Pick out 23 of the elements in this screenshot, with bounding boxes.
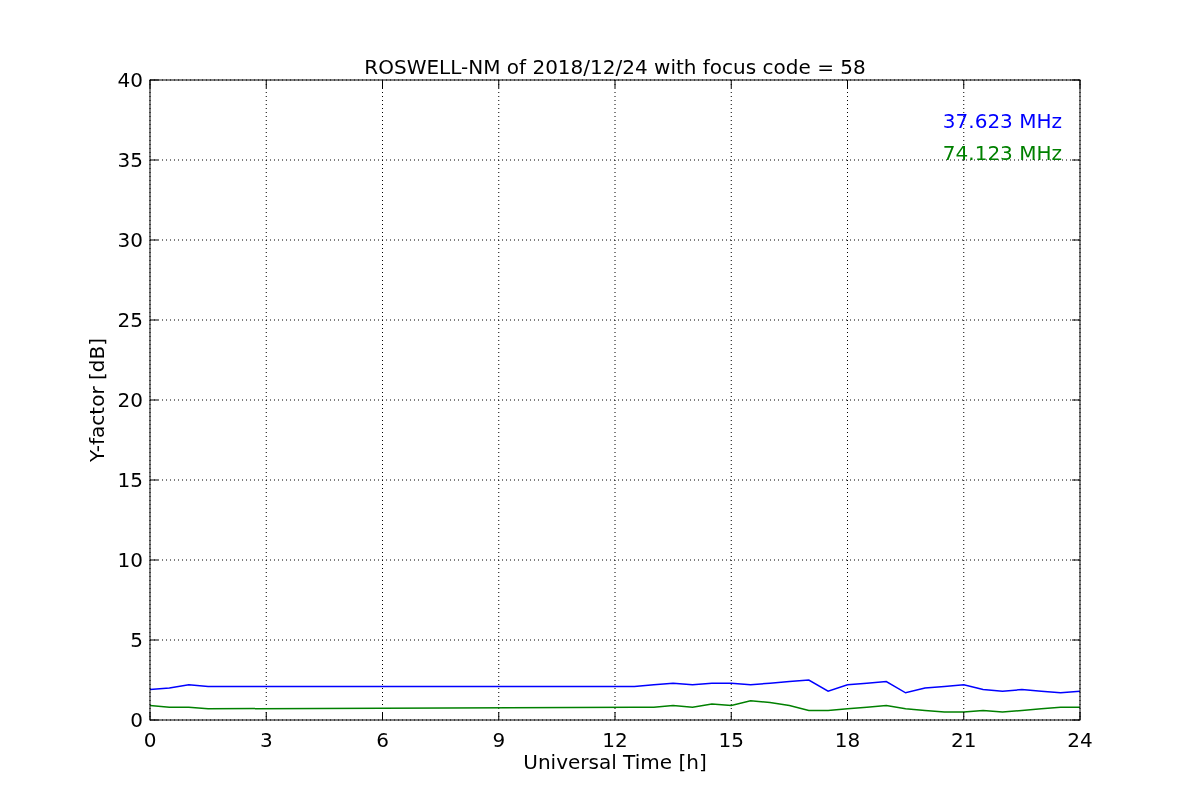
y-tick-label: 20 xyxy=(117,388,143,412)
x-tick-label: 24 xyxy=(1067,728,1093,752)
x-tick-label: 3 xyxy=(259,728,273,752)
x-tick-label: 15 xyxy=(718,728,744,752)
x-tick-label: 18 xyxy=(834,728,861,752)
x-axis-label: Universal Time [h] xyxy=(523,750,707,774)
y-axis-label: Y-factor [dB] xyxy=(85,338,109,462)
y-tick-label: 30 xyxy=(117,228,143,252)
y-tick-label: 5 xyxy=(130,628,143,652)
series-label: 74.123 MHz xyxy=(942,141,1062,165)
chart-title: ROSWELL-NM of 2018/12/24 with focus code = 58 xyxy=(364,55,866,79)
y-tick-label: 40 xyxy=(117,68,143,92)
series-label: 37.623 MHz xyxy=(942,109,1062,133)
y-tick-label: 10 xyxy=(117,548,143,572)
x-tick-label: 0 xyxy=(143,728,157,752)
x-tick-label: 21 xyxy=(951,728,977,752)
y-tick-label: 35 xyxy=(117,148,143,172)
x-tick-label: 9 xyxy=(492,728,506,752)
x-tick-label: 12 xyxy=(602,728,628,752)
y-tick-label: 25 xyxy=(117,308,143,332)
x-tick-label: 6 xyxy=(376,728,389,752)
y-tick-label: 0 xyxy=(130,708,143,732)
y-tick-label: 15 xyxy=(117,468,143,492)
